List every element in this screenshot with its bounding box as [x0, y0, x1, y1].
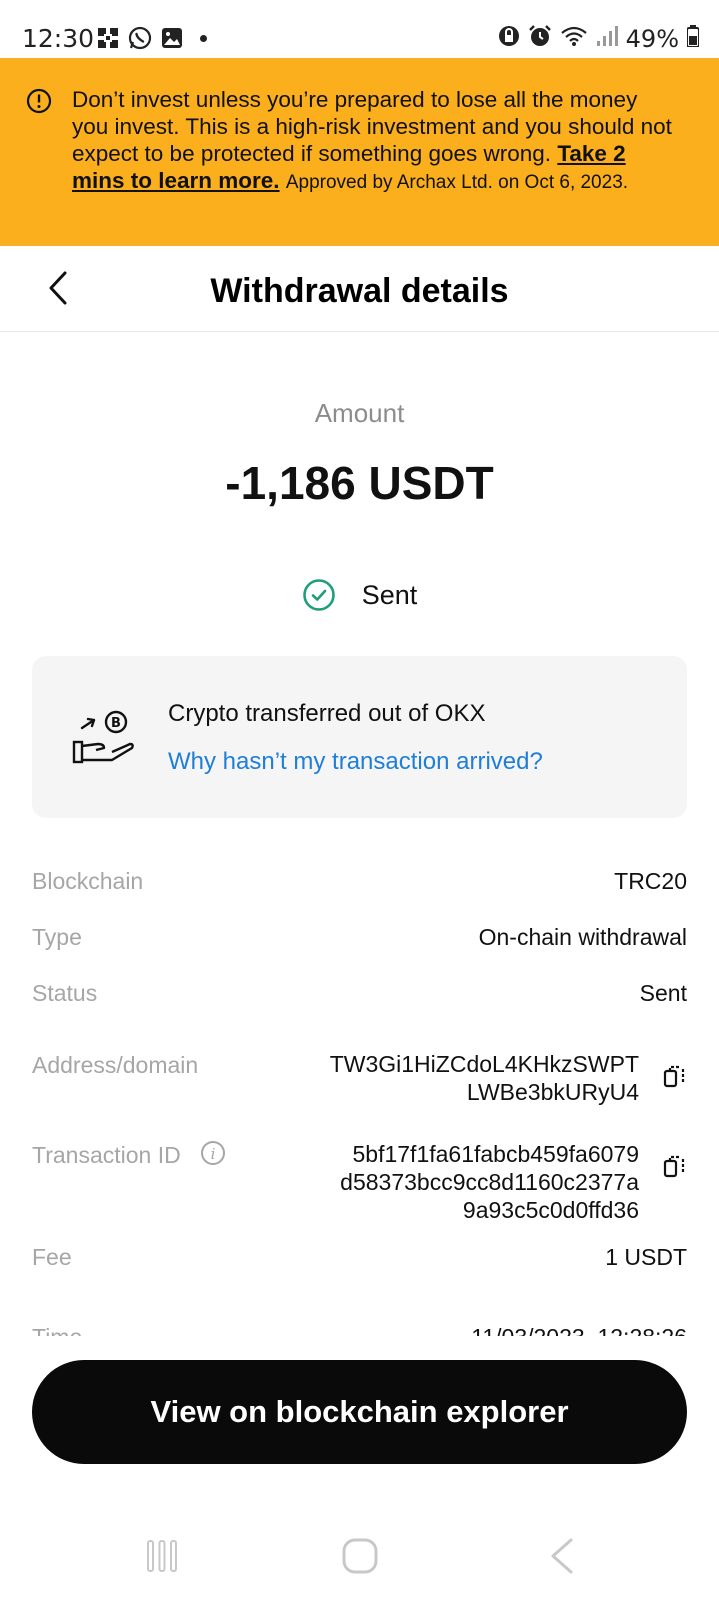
home-icon[interactable] [338, 1534, 382, 1578]
whatsapp-icon [128, 26, 152, 50]
svg-text:i: i [211, 1145, 216, 1163]
type-value: On-chain withdrawal [478, 924, 687, 950]
page-title: Withdrawal details [210, 272, 509, 310]
txid-line-1: 5bf17f1fa61fabcb459fa6079 [352, 1141, 640, 1167]
transaction-help-link[interactable]: Why hasn’t my transaction arrived? [168, 748, 543, 776]
system-nav-bar [0, 1512, 719, 1600]
lock-icon [498, 24, 520, 53]
transaction-id-value: 5bf17f1fa61fabcb459fa6079 d58373bcc9cc8d… [340, 1140, 639, 1224]
card-title: Crypto transferred out of OKX [168, 700, 486, 727]
check-circle-icon [302, 579, 335, 611]
fee-value: 1 USDT [605, 1244, 687, 1270]
status-bar: 12:30 49% [0, 0, 719, 58]
approval-note: Approved by Archax Ltd. on Oct 6, 2023. [285, 172, 629, 193]
time-label: Time [32, 1324, 82, 1336]
grid-app-icon [96, 26, 120, 50]
recents-icon[interactable] [140, 1534, 184, 1578]
time-value: 11/03/2023, 12:28:26 [471, 1324, 687, 1336]
address-value: TW3Gi1HiZCdoL4KHkzSWPT LWBe3bkURyU4 [330, 1050, 639, 1106]
status-icons-right: 49% [498, 24, 700, 53]
status-indicator: Sent [0, 578, 719, 612]
address-line-2: LWBe3bkURyU4 [466, 1079, 639, 1105]
copy-transaction-id-icon[interactable] [663, 1154, 687, 1180]
blockchain-label: Blockchain [32, 868, 144, 894]
status-label: Sent [361, 579, 418, 610]
txid-line-3: 9a93c5c0d0ffd36 [462, 1197, 639, 1223]
signal-icon [596, 25, 618, 52]
blockchain-value: TRC20 [614, 868, 687, 894]
address-label: Address/domain [32, 1052, 199, 1078]
view-explorer-button[interactable]: View on blockchain explorer [32, 1360, 687, 1464]
status-label-row: Status [32, 980, 98, 1006]
alert-circle-icon [26, 88, 52, 114]
copy-address-icon[interactable] [663, 1064, 687, 1090]
page-header: Withdrawal details [0, 246, 719, 332]
risk-warning-text: Don’t invest unless you’re prepared to l… [72, 86, 672, 196]
fee-label: Fee [32, 1244, 72, 1270]
info-icon[interactable]: i [200, 1140, 226, 1166]
type-label: Type [32, 924, 82, 950]
transaction-id-label: Transaction ID [32, 1142, 181, 1168]
battery-percent: 49% [625, 24, 679, 53]
status-icons-left [96, 26, 207, 50]
gallery-icon [160, 26, 184, 50]
status-time: 12:30 [22, 24, 95, 53]
risk-warning-banner: Don’t invest unless you’re prepared to l… [0, 58, 719, 246]
battery-icon [686, 25, 700, 52]
wifi-icon [560, 25, 588, 52]
back-icon[interactable] [540, 1534, 584, 1578]
time-row-clipped: Time 11/03/2023, 12:28:26 [0, 1320, 719, 1336]
status-value: Sent [639, 980, 687, 1006]
hand-coin-icon: B [72, 708, 136, 768]
notification-dot [200, 34, 207, 42]
info-card: B Crypto transferred out of OKX Why hasn… [32, 656, 687, 818]
alarm-icon [528, 24, 552, 53]
txid-line-2: d58373bcc9cc8d1160c2377a [340, 1169, 639, 1195]
address-line-1: TW3Gi1HiZCdoL4KHkzSWPT [329, 1051, 639, 1077]
amount-value: -1,186 USDT [225, 457, 494, 509]
amount-label: Amount [314, 398, 405, 428]
svg-text:B: B [111, 716, 121, 731]
